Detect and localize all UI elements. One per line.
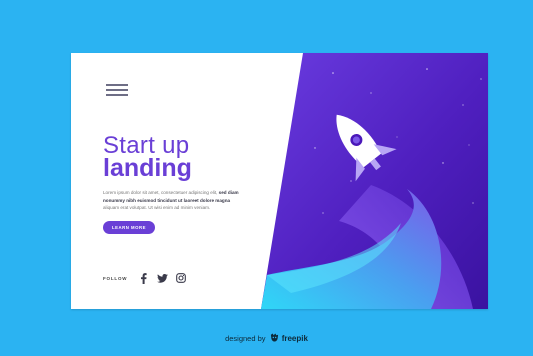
hero-description: Lorem ipsum dolor sit amet, consectetuer…: [103, 189, 243, 212]
description-text-2: aliquam erat volutpat. Ut wisi enim ad m…: [103, 205, 211, 211]
description-text-1: Lorem ipsum dolor sit amet, consectetuer…: [103, 190, 219, 195]
twitter-icon[interactable]: [156, 272, 168, 284]
credit-brand: freepik: [281, 334, 308, 343]
follow-label: FOLLOW: [103, 275, 128, 281]
hero-title-line2: landing: [103, 154, 192, 182]
menu-button[interactable]: [106, 82, 128, 96]
designer-credit: designed by freepik: [0, 333, 533, 343]
social-follow: FOLLOW: [103, 271, 194, 285]
freepik-logo-icon: [270, 333, 278, 342]
hamburger-icon: [106, 84, 128, 86]
learn-more-button[interactable]: LEARN MORE: [103, 221, 155, 234]
landing-card: Start up landing Lorem ipsum dolor sit a…: [71, 53, 488, 309]
facebook-icon[interactable]: [137, 272, 149, 284]
instagram-icon[interactable]: [175, 272, 187, 284]
credit-prefix: designed by: [225, 334, 266, 343]
